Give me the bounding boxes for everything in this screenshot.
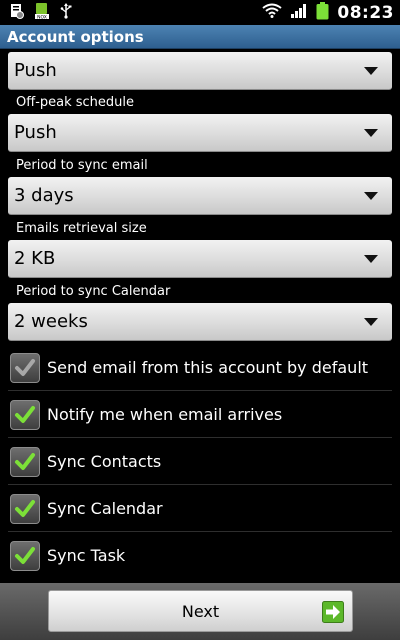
dropdown-arrow-icon [364,318,378,326]
title-bar: Account options [0,25,400,49]
notify-email-checkbox[interactable] [10,399,40,430]
usb-icon [60,2,72,23]
sync-task-row[interactable]: Sync Task [0,532,400,579]
sync-contacts-row[interactable]: Sync Contacts [0,438,400,485]
retrieval-size-spinner[interactable]: 2 KB [8,240,392,278]
checkmark-icon [15,499,35,517]
next-button[interactable]: Next [48,590,353,632]
sync-calendar-row[interactable]: Sync Calendar [0,485,400,532]
spinner-value: 2 weeks [14,311,88,332]
offpeak-schedule-label: Off-peak schedule [16,95,135,110]
spinner-value: 2 KB [14,248,56,269]
battery-icon [316,1,329,24]
checkbox-label: Send email from this account by default [47,358,369,377]
dropdown-arrow-icon [364,129,378,137]
spinner-value: 3 days [14,185,74,206]
sync-task-checkbox[interactable] [10,540,40,571]
nox-icon: NOX [34,2,50,24]
checkmark-icon [15,405,35,423]
dropdown-arrow-icon [364,255,378,263]
period-sync-calendar-label: Period to sync Calendar [16,284,171,299]
period-sync-email-label: Period to sync email [16,158,148,173]
sync-calendar-checkbox[interactable] [10,493,40,524]
peak-schedule-spinner[interactable]: Push [8,52,392,90]
dropdown-arrow-icon [364,192,378,200]
sync-contacts-checkbox[interactable] [10,446,40,477]
default-account-checkbox[interactable] [10,352,40,383]
signal-icon [290,3,308,22]
offpeak-schedule-spinner[interactable]: Push [8,114,392,152]
checkbox-label: Sync Contacts [47,452,162,471]
dropdown-arrow-icon [364,67,378,75]
bottom-bar: Next [0,583,400,640]
checkbox-label: Sync Task [47,546,126,565]
account-options-list[interactable]: Push Off-peak schedule Push Period to sy… [0,49,400,583]
status-bar: NOX 08:23 [0,0,400,25]
arrow-right-icon [322,601,344,627]
period-sync-calendar-spinner[interactable]: 2 weeks [8,303,392,341]
next-button-label: Next [181,601,220,621]
system-icons: 08:23 [262,1,400,24]
default-account-row[interactable]: Send email from this account by default [0,344,400,391]
wifi-icon [262,3,282,22]
clock: 08:23 [337,2,394,23]
spinner-value: Push [14,122,57,143]
page-title: Account options [7,27,144,46]
notify-email-row[interactable]: Notify me when email arrives [0,391,400,438]
checkmark-icon [15,452,35,470]
retrieval-size-label: Emails retrieval size [16,221,147,236]
checkmark-icon [15,546,35,564]
checkbox-label: Notify me when email arrives [47,405,283,424]
checkmark-icon [15,358,35,376]
notification-icons: NOX [0,2,72,24]
svg-text:NOX: NOX [37,14,47,20]
settings-notification-icon [10,3,24,23]
period-sync-email-spinner[interactable]: 3 days [8,177,392,215]
checkbox-label: Sync Calendar [47,499,163,518]
spinner-value: Push [14,60,57,81]
